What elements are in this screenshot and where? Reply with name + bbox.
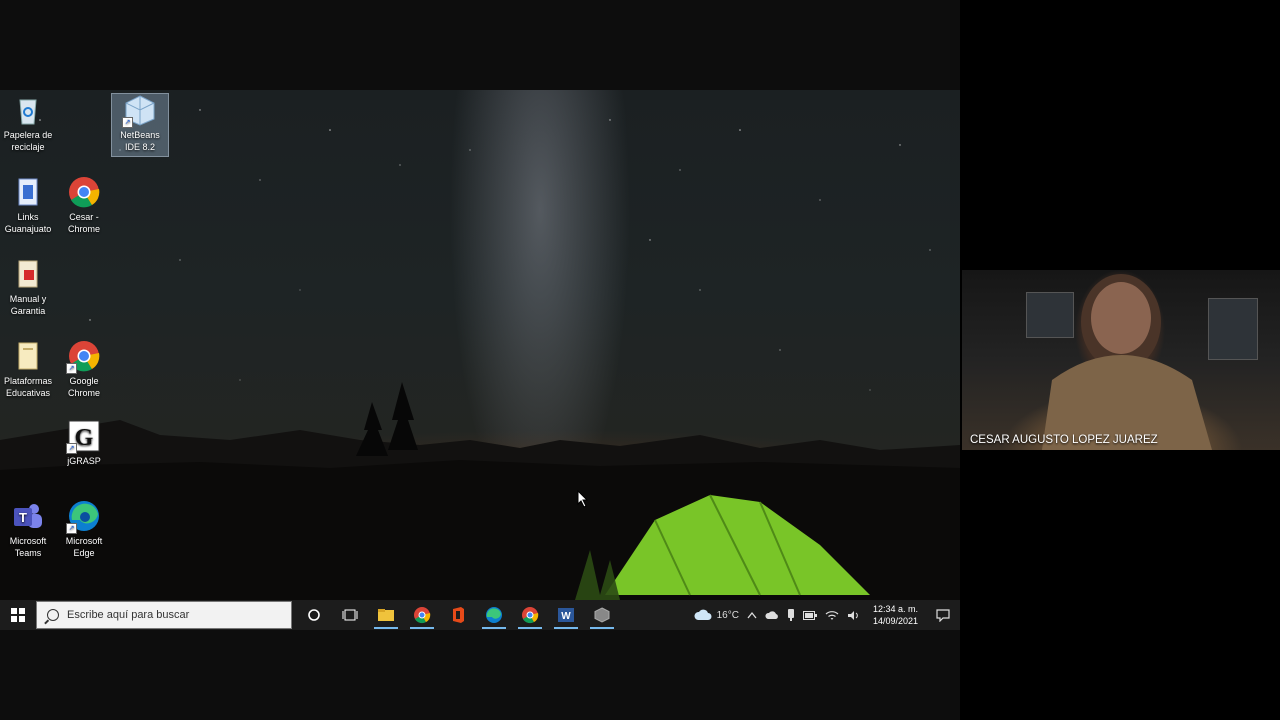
weather-temperature: 16°C: [716, 609, 739, 621]
desktop-icon-label: Manual y Garantia: [9, 294, 47, 316]
wifi-icon: [825, 610, 839, 620]
word-icon: W: [558, 608, 574, 622]
desktop-icon-cesar-chrome[interactable]: Cesar - Chrome: [56, 176, 112, 235]
speaker-icon: [847, 610, 858, 620]
chrome-profile-icon: [522, 607, 539, 624]
desktop-icon-links-guanajuato[interactable]: Links Guanajuato: [0, 176, 56, 235]
clock-time: 12:34 a. m.: [872, 604, 918, 614]
cortana-icon: [308, 609, 320, 621]
participant-name: CESAR AUGUSTO LOPEZ JUAREZ: [970, 434, 1158, 446]
folder-icon: [12, 340, 44, 372]
shortcut-arrow-icon: ↗: [66, 363, 77, 374]
task-view-button[interactable]: [332, 600, 368, 630]
desktop-icon-label: Links Guanajuato: [4, 212, 52, 234]
taskbar-netbeans[interactable]: [584, 600, 620, 630]
desktop-icon-microsoft-teams[interactable]: T Microsoft Teams: [0, 500, 56, 559]
desktop-icon-label: Plataformas Educativas: [3, 376, 53, 398]
wallpaper-art: [0, 109, 960, 600]
task-view-icon: [342, 609, 358, 621]
desktop-icon-label: Microsoft Edge: [65, 536, 103, 558]
recycle-bin-icon: [12, 94, 44, 126]
chrome-icon: [68, 176, 100, 208]
notification-icon: [936, 608, 950, 622]
participant-video-tile[interactable]: CESAR AUGUSTO LOPEZ JUAREZ: [962, 270, 1280, 450]
desktop-icon-jgrasp[interactable]: G ↗ jGRASP: [56, 420, 112, 467]
mouse-cursor-icon: [577, 490, 589, 508]
participant-video-frame: [1042, 274, 1212, 450]
desktop-icon-google-chrome[interactable]: ↗ Google Chrome: [56, 340, 112, 399]
taskbar: Escribe aquí para buscar W 16°C 12:34 a.…: [0, 600, 960, 630]
chevron-up-icon: [747, 611, 757, 619]
desktop-icon-label: jGRASP: [67, 456, 101, 466]
desktop-icon-plataformas-educativas[interactable]: Plataformas Educativas: [0, 340, 56, 399]
action-center-button[interactable]: [926, 600, 960, 630]
svg-text:T: T: [19, 510, 27, 525]
wifi-button[interactable]: [821, 600, 843, 630]
taskbar-edge[interactable]: [476, 600, 512, 630]
start-button[interactable]: [0, 600, 36, 630]
desktop-icon-manual-garantia[interactable]: Manual y Garantia: [0, 258, 56, 317]
desktop-wallpaper[interactable]: Papelera de reciclaje ↗ NetBeans IDE 8.2…: [0, 90, 960, 600]
shortcut-arrow-icon: ↗: [66, 443, 77, 454]
teams-icon: T: [12, 500, 44, 532]
desktop-icon-label: Google Chrome: [67, 376, 100, 398]
chrome-icon: [414, 607, 431, 624]
show-hidden-icons-button[interactable]: [743, 600, 761, 630]
desktop-icon-label: Papelera de reciclaje: [3, 130, 53, 152]
file-explorer-icon: [378, 609, 394, 621]
battery-button[interactable]: [799, 600, 821, 630]
cloud-icon: [694, 609, 712, 620]
taskbar-search-box[interactable]: Escribe aquí para buscar: [36, 601, 292, 629]
netbeans-icon: [594, 607, 610, 623]
svg-text:W: W: [561, 611, 571, 622]
search-placeholder: Escribe aquí para buscar: [67, 609, 190, 621]
desktop-icon-microsoft-edge[interactable]: ↗ Microsoft Edge: [56, 500, 112, 559]
battery-icon: [802, 610, 817, 620]
taskbar-chrome-profile[interactable]: [512, 600, 548, 630]
shared-screen: Papelera de reciclaje ↗ NetBeans IDE 8.2…: [0, 0, 960, 720]
office-icon: [453, 607, 464, 623]
windows-logo-icon: [11, 608, 25, 622]
jgrasp-icon: G ↗: [66, 420, 100, 454]
desktop-icon-label: Microsoft Teams: [9, 536, 47, 558]
volume-button[interactable]: [843, 600, 865, 630]
usb-drive-icon: [787, 609, 794, 621]
shortcut-arrow-icon: ↗: [66, 523, 77, 534]
desktop-icon-label: Cesar - Chrome: [67, 212, 100, 234]
netbeans-icon: ↗: [122, 94, 156, 128]
cortana-button[interactable]: [296, 600, 332, 630]
document-icon: [12, 176, 44, 208]
taskbar-office[interactable]: [440, 600, 476, 630]
chrome-icon: ↗: [66, 340, 100, 374]
desktop-icon-netbeans[interactable]: ↗ NetBeans IDE 8.2: [111, 93, 169, 157]
clock-date: 14/09/2021: [872, 616, 918, 626]
desktop-icon-recycle-bin[interactable]: Papelera de reciclaje: [0, 94, 56, 153]
system-tray: 16°C 12:34 a. m. 14/09/2021: [690, 600, 960, 630]
edge-icon: ↗: [66, 500, 100, 534]
svg-text:G: G: [75, 425, 94, 451]
search-icon: [47, 609, 59, 621]
pdf-icon: [12, 258, 44, 290]
edge-icon: [486, 607, 502, 623]
taskbar-chrome[interactable]: [404, 600, 440, 630]
onedrive-cloud-icon: [765, 610, 778, 619]
weather-widget[interactable]: 16°C: [690, 600, 743, 630]
taskbar-file-explorer[interactable]: [368, 600, 404, 630]
desktop-icon-label: NetBeans IDE 8.2: [120, 130, 160, 152]
taskbar-word[interactable]: W: [548, 600, 584, 630]
usb-device-button[interactable]: [783, 600, 799, 630]
shortcut-arrow-icon: ↗: [122, 117, 133, 128]
taskbar-clock[interactable]: 12:34 a. m. 14/09/2021: [865, 603, 926, 627]
onedrive-button[interactable]: [761, 600, 783, 630]
